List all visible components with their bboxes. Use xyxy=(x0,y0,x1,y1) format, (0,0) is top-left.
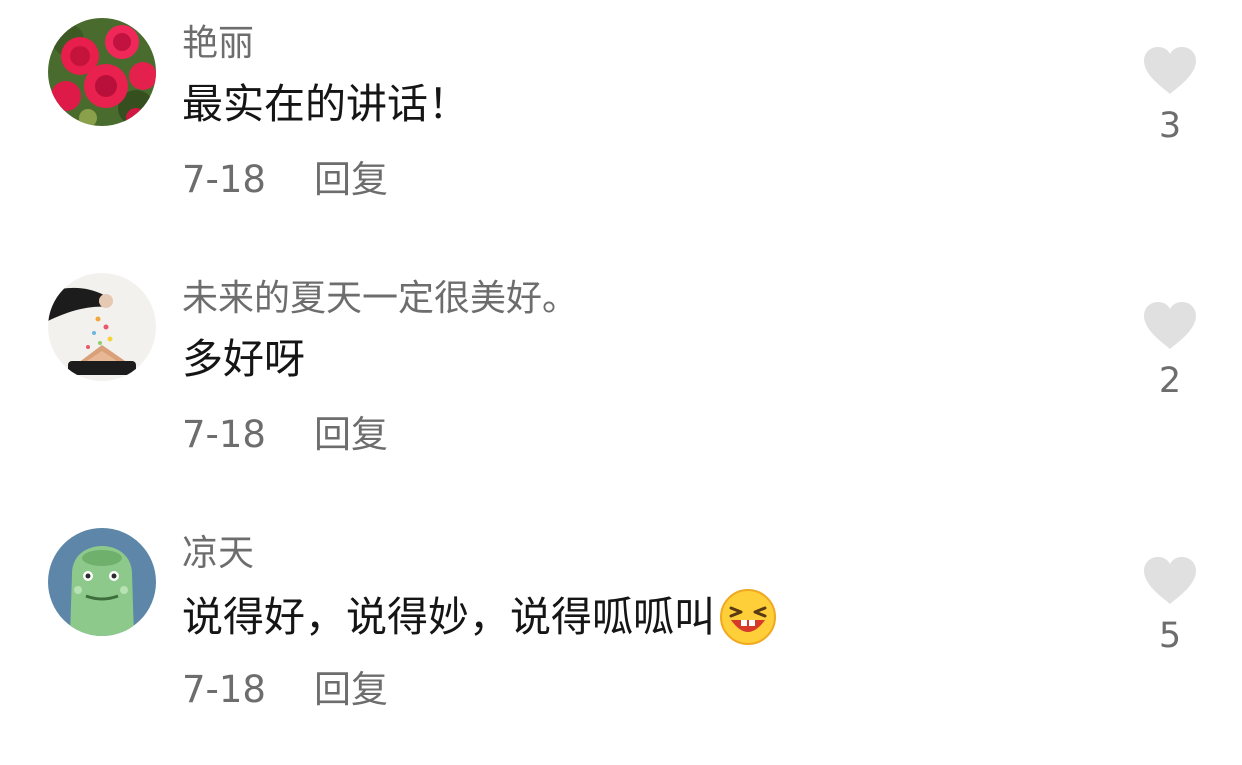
comment-item: 未来的夏天一定很美好。 多好呀 7-18 回复 2 xyxy=(0,255,1242,510)
comment-text: 说得好，说得妙，说得呱呱叫 xyxy=(182,588,777,646)
rose-flowers-avatar-image xyxy=(48,18,156,126)
laughing-face-emoji-icon xyxy=(719,588,777,646)
heart-icon[interactable] xyxy=(1142,301,1198,351)
comment-text-body: 最实在的讲话！ xyxy=(182,80,469,128)
comment-username[interactable]: 艳丽 xyxy=(182,22,254,66)
comment-text: 最实在的讲话！ xyxy=(182,78,469,130)
reply-button[interactable]: 回复 xyxy=(314,668,388,712)
comment-meta: 7-18 回复 xyxy=(182,158,388,202)
reply-button[interactable]: 回复 xyxy=(314,158,388,202)
comment-item: 艳丽 最实在的讲话！ 7-18 回复 3 xyxy=(0,0,1242,255)
like-button[interactable]: 3 xyxy=(1136,46,1204,146)
comment-meta: 7-18 回复 xyxy=(182,668,388,712)
comment-meta: 7-18 回复 xyxy=(182,413,388,457)
heart-icon[interactable] xyxy=(1142,556,1198,606)
hand-sprinkling-avatar-image xyxy=(48,273,156,381)
heart-icon[interactable] xyxy=(1142,46,1198,96)
user-avatar[interactable] xyxy=(48,273,156,381)
like-count: 3 xyxy=(1158,106,1182,146)
comment-date: 7-18 xyxy=(182,668,266,711)
user-avatar[interactable] xyxy=(48,18,156,126)
like-button[interactable]: 5 xyxy=(1136,556,1204,656)
comment-text: 多好呀 xyxy=(182,333,305,385)
comment-date: 7-18 xyxy=(182,413,266,456)
comment-text-body: 多好呀 xyxy=(182,335,305,383)
comment-username[interactable]: 未来的夏天一定很美好。 xyxy=(182,277,578,321)
comment-text-body: 说得好，说得妙，说得呱呱叫 xyxy=(182,593,715,641)
comment-item: 凉天 说得好，说得妙，说得呱呱叫 7-18 回复 5 xyxy=(0,510,1242,765)
comment-username[interactable]: 凉天 xyxy=(182,532,254,576)
user-avatar[interactable] xyxy=(48,528,156,636)
green-dinosaur-avatar-image xyxy=(48,528,156,636)
like-count: 5 xyxy=(1158,616,1182,656)
like-count: 2 xyxy=(1158,361,1182,401)
reply-button[interactable]: 回复 xyxy=(314,413,388,457)
like-button[interactable]: 2 xyxy=(1136,301,1204,401)
comment-date: 7-18 xyxy=(182,158,266,201)
